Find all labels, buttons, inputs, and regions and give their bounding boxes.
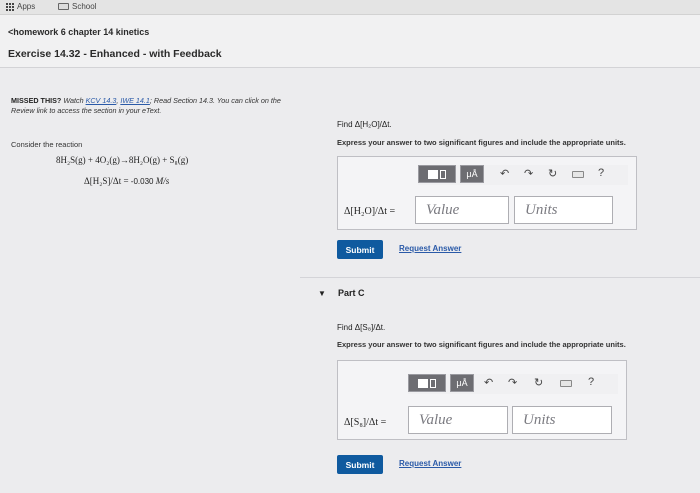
- partC-eq-label: Δ[S₈]/Δt =: [344, 417, 387, 428]
- partB-request-answer-link[interactable]: Request Answer: [399, 244, 461, 253]
- partC-title[interactable]: Part C: [338, 288, 365, 298]
- reset-icon[interactable]: ↻: [534, 376, 543, 389]
- partC-find: Find Δ[S₈]/Δt.: [337, 323, 386, 332]
- partC-units-input[interactable]: Units: [512, 406, 612, 434]
- bookmark-apps-label: Apps: [17, 2, 36, 11]
- reaction-equation: 8H₂S(g) + 4O₂(g)→8H₂O(g) + S₈(g): [56, 155, 189, 165]
- partC-collapse-icon[interactable]: ▼: [318, 289, 326, 298]
- missed-watch: Watch: [61, 96, 86, 105]
- undo-icon[interactable]: ↶: [484, 376, 493, 389]
- partB-answer-box: μÅ ↶ ↷ ↻ ? Δ[H₂O]/Δt = Value Units: [337, 156, 637, 230]
- templates-icon: [418, 378, 428, 388]
- consider-label: Consider the reaction: [11, 140, 83, 149]
- partB-eq-label: Δ[H₂O]/Δt =: [344, 206, 396, 217]
- partC-instructions: Express your answer to two significant f…: [337, 340, 626, 349]
- undo-icon[interactable]: ↶: [500, 167, 509, 180]
- templates-button[interactable]: [408, 374, 446, 392]
- templates-button[interactable]: [418, 165, 456, 183]
- partC-value-input[interactable]: Value: [408, 406, 508, 434]
- missed-lead: MISSED THIS?: [11, 96, 62, 105]
- bookmark-school[interactable]: School: [58, 2, 96, 11]
- partC-request-answer-link[interactable]: Request Answer: [399, 459, 461, 468]
- rate-unit: M/s: [153, 176, 170, 186]
- kcv-link[interactable]: KCV 14.3: [86, 96, 117, 105]
- bookmark-school-label: School: [72, 2, 97, 11]
- redo-icon[interactable]: ↷: [524, 167, 533, 180]
- assignment-header: [0, 15, 700, 68]
- bookmarks-bar: Apps School: [0, 0, 700, 15]
- help-icon[interactable]: ?: [598, 167, 604, 179]
- units-button[interactable]: μÅ: [450, 374, 474, 392]
- units-button[interactable]: μÅ: [460, 165, 484, 183]
- divider: [300, 277, 700, 278]
- keyboard-icon[interactable]: [572, 171, 584, 178]
- partC-answer-box: μÅ ↶ ↷ ↻ ? Δ[S₈]/Δt = Value Units: [337, 360, 627, 440]
- partB-submit-button[interactable]: Submit: [337, 240, 383, 259]
- iwe-link[interactable]: IWE 14.1: [120, 96, 150, 105]
- partB-toolbar: μÅ ↶ ↷ ↻ ?: [418, 165, 628, 185]
- exercise-title: Exercise 14.32 - Enhanced - with Feedbac…: [8, 48, 222, 60]
- partC-submit-button[interactable]: Submit: [337, 455, 383, 474]
- partB-instructions: Express your answer to two significant f…: [337, 138, 626, 147]
- reset-icon[interactable]: ↻: [548, 167, 557, 180]
- rate-label: Δ[H₂S]/Δt =: [84, 176, 131, 186]
- folder-icon: [58, 3, 69, 10]
- partC-toolbar: μÅ ↶ ↷ ↻ ?: [408, 374, 618, 394]
- rate-of-h2s: Δ[H₂S]/Δt = -0.030 M/s: [84, 176, 169, 186]
- missed-this-note: MISSED THIS? Watch KCV 14.3, IWE 14.1; R…: [11, 96, 281, 115]
- partB-value-input[interactable]: Value: [415, 196, 509, 224]
- back-to-assignment-link[interactable]: <homework 6 chapter 14 kinetics: [8, 27, 149, 37]
- partB-units-input[interactable]: Units: [514, 196, 613, 224]
- redo-icon[interactable]: ↷: [508, 376, 517, 389]
- rate-value: -0.030: [130, 177, 154, 186]
- bookmark-apps[interactable]: Apps: [6, 2, 35, 11]
- help-icon[interactable]: ?: [588, 376, 594, 388]
- templates-icon: [428, 169, 438, 179]
- apps-grid-icon: [6, 2, 14, 11]
- partB-find: Find Δ[H₂O]/Δt.: [337, 120, 392, 129]
- keyboard-icon[interactable]: [560, 380, 572, 387]
